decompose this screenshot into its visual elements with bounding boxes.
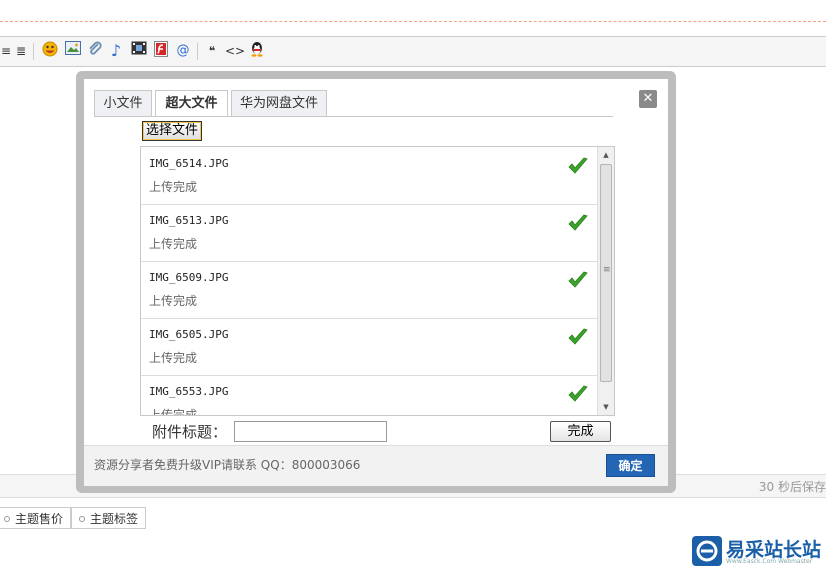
file-list-scrollbar[interactable]: ▲ ≡ ▼ xyxy=(597,147,614,415)
tab-huawei-disk-file[interactable]: 华为网盘文件 xyxy=(231,90,327,116)
list-item: IMG_6505.JPG 上传完成 xyxy=(141,318,597,376)
check-icon xyxy=(568,157,588,174)
file-name: IMG_6514.JPG xyxy=(149,157,229,170)
confirm-button[interactable]: 确定 xyxy=(606,454,655,477)
tab-label: 小文件 xyxy=(103,96,143,111)
check-icon xyxy=(568,271,588,288)
upload-status: 上传完成 xyxy=(149,237,198,251)
grip-icon: ≡ xyxy=(603,265,611,275)
tab-label: 超大文件 xyxy=(165,96,218,111)
scroll-down-arrow-icon[interactable]: ▼ xyxy=(598,399,614,415)
tab-small-file[interactable]: 小文件 xyxy=(94,90,152,116)
list-item: IMG_6514.JPG 上传完成 xyxy=(141,147,597,205)
editor-toolbar: ≡ ≣ ♪ @ ❝ <> xyxy=(0,36,826,67)
list-item: IMG_6553.JPG 上传完成 xyxy=(141,375,597,416)
toolbar-separator xyxy=(33,43,34,60)
attachment-icon[interactable] xyxy=(86,41,104,61)
bullet-icon xyxy=(4,516,10,522)
site-watermark: 易采站长站 Www.Easck.Com Webmaster xyxy=(690,533,826,568)
file-name: IMG_6505.JPG xyxy=(149,328,229,341)
emoticon-icon[interactable] xyxy=(41,41,59,61)
thread-price-button[interactable]: 主题售价 xyxy=(0,507,72,529)
qq-icon[interactable] xyxy=(248,41,266,61)
close-icon[interactable]: ✕ xyxy=(639,90,657,108)
video-icon[interactable] xyxy=(130,41,148,61)
list-item: IMG_6513.JPG 上传完成 xyxy=(141,204,597,262)
upload-dialog: 小文件 超大文件 华为网盘文件 ✕ 选择文件 IMG_6514.JPG 上传完成… xyxy=(84,79,668,486)
vip-contact-text: 资源分享者免费升级VIP请联系 QQ：800003066 xyxy=(94,458,361,472)
check-icon xyxy=(568,385,588,402)
tab-divider xyxy=(94,116,613,117)
tab-large-file[interactable]: 超大文件 xyxy=(155,90,228,117)
image-icon[interactable] xyxy=(64,41,82,61)
thread-tags-button[interactable]: 主题标签 xyxy=(71,507,147,529)
attachment-title-label: 附件标题： xyxy=(152,423,228,441)
scrollbar-thumb[interactable]: ≡ xyxy=(600,164,612,382)
align-right-icon[interactable]: ≣ xyxy=(14,41,28,61)
list-item: IMG_6509.JPG 上传完成 xyxy=(141,261,597,319)
quote-icon[interactable]: ❝ xyxy=(205,41,219,61)
upload-status: 上传完成 xyxy=(149,180,198,194)
select-file-button[interactable]: 选择文件 xyxy=(142,121,203,141)
attachment-title-input[interactable] xyxy=(234,421,387,442)
upload-file-list[interactable]: IMG_6514.JPG 上传完成 IMG_6513.JPG 上传完成 IMG_… xyxy=(140,146,615,416)
thread-tags-label: 主题标签 xyxy=(90,512,139,526)
upload-tabs: 小文件 超大文件 华为网盘文件 ✕ xyxy=(84,79,668,117)
upload-status: 上传完成 xyxy=(149,351,198,365)
upload-status: 上传完成 xyxy=(149,294,198,308)
mention-icon[interactable]: @ xyxy=(175,41,191,61)
bullet-icon xyxy=(79,516,85,522)
tab-label: 华为网盘文件 xyxy=(239,96,318,111)
thread-price-label: 主题售价 xyxy=(15,512,64,526)
autosave-status: 30 秒后保存 xyxy=(758,480,826,494)
toolbar-separator xyxy=(197,43,198,60)
align-center-icon[interactable]: ≡ xyxy=(0,41,12,61)
scroll-up-arrow-icon[interactable]: ▲ xyxy=(598,147,614,163)
code-icon[interactable]: <> xyxy=(225,41,245,61)
watermark-subtitle: Www.Easck.Com Webmaster xyxy=(726,558,813,565)
dashed-divider xyxy=(0,21,826,22)
dialog-footer: 资源分享者免费升级VIP请联系 QQ：800003066 确定 xyxy=(84,445,668,486)
file-name: IMG_6509.JPG xyxy=(149,271,229,284)
done-button[interactable]: 完成 xyxy=(550,421,611,442)
check-icon xyxy=(568,328,588,345)
upload-status: 上传完成 xyxy=(149,408,198,416)
file-name: IMG_6513.JPG xyxy=(149,214,229,227)
easck-logo-icon xyxy=(692,536,722,566)
flash-icon[interactable] xyxy=(152,41,170,61)
music-icon[interactable]: ♪ xyxy=(108,41,124,61)
file-name: IMG_6553.JPG xyxy=(149,385,229,398)
check-icon xyxy=(568,214,588,231)
